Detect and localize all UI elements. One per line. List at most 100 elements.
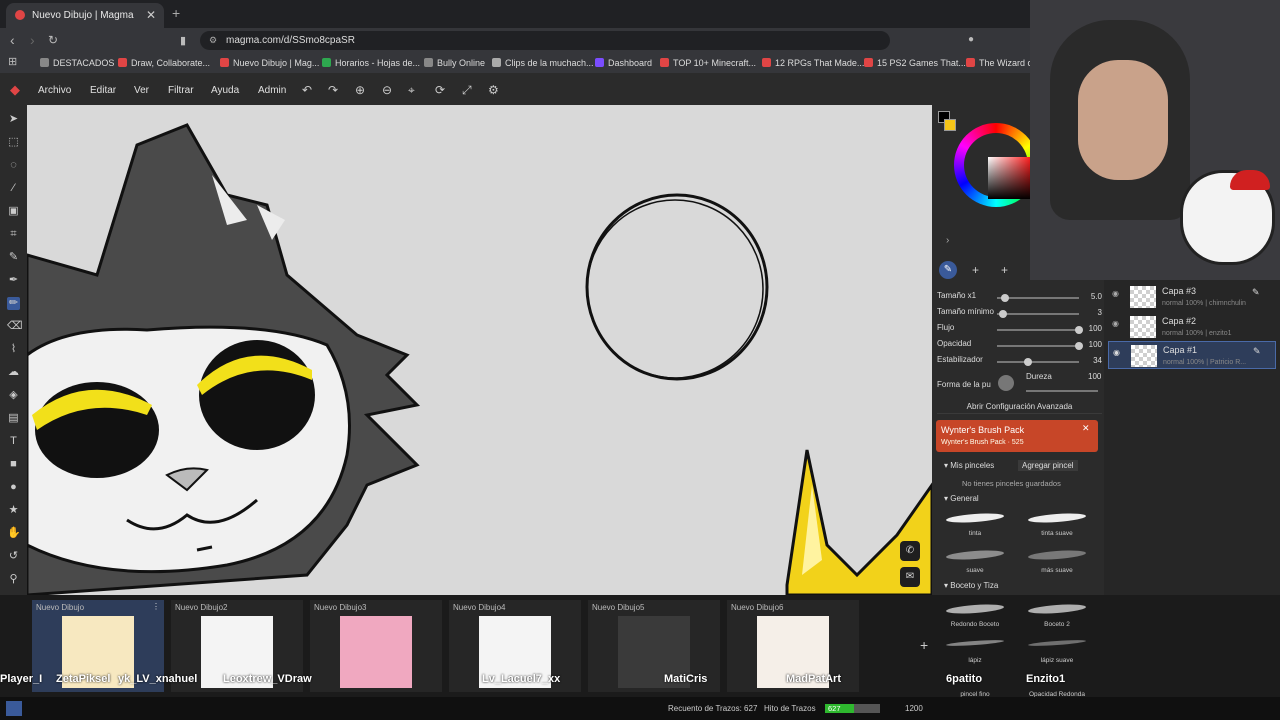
- slider-knob[interactable]: [1000, 294, 1009, 302]
- color-wheel[interactable]: [954, 123, 1038, 207]
- bookmark-icon[interactable]: ▮: [180, 34, 186, 47]
- visibility-eye-icon[interactable]: ◉: [1113, 348, 1120, 357]
- ellipse-icon[interactable]: ●: [7, 481, 20, 494]
- lasso-icon[interactable]: ◌: [7, 159, 20, 172]
- new-tab-icon[interactable]: +: [172, 5, 180, 21]
- slider-knob[interactable]: [1023, 358, 1032, 366]
- layer-item-selected[interactable]: ◉ Capa #1 normal 100% | Patricio R... ✎: [1108, 341, 1276, 369]
- rotate-icon[interactable]: ⟳: [435, 83, 445, 97]
- advanced-settings-button[interactable]: Abrir Configuración Avanzada: [937, 398, 1102, 414]
- brush-lapiz-suave[interactable]: lápiz suave: [1018, 635, 1096, 667]
- brush-lapiz[interactable]: lápiz: [936, 635, 1014, 667]
- rectangle-icon[interactable]: ■: [7, 458, 20, 471]
- bookmark-item[interactable]: TOP 10+ Minecraft...: [660, 58, 756, 68]
- edit-layer-icon[interactable]: ✎: [1253, 346, 1261, 357]
- bookmark-item[interactable]: DESTACADOS: [40, 58, 114, 68]
- sketch-section-header[interactable]: ▾ Boceto y Tiza: [944, 581, 998, 590]
- min-size-slider[interactable]: Tamaño mínimo 3: [937, 307, 1102, 321]
- opacity-slider[interactable]: Opacidad 100: [937, 339, 1102, 353]
- bookmark-item[interactable]: Dashboard: [595, 58, 652, 68]
- slider-knob[interactable]: [1075, 342, 1083, 350]
- visibility-eye-icon[interactable]: ◉: [1112, 319, 1119, 328]
- forward-icon[interactable]: ›: [30, 32, 35, 48]
- eraser-icon[interactable]: ⌫: [7, 320, 23, 333]
- fullscreen-icon[interactable]: ⤢: [462, 83, 472, 98]
- bookmark-item[interactable]: 15 PS2 Games That...: [864, 58, 966, 68]
- browser-tab[interactable]: Nuevo Dibujo | Magma ✕: [6, 3, 164, 28]
- add-document-icon[interactable]: +: [920, 637, 928, 653]
- add-slot-icon[interactable]: +: [972, 263, 979, 277]
- zoom-out-icon[interactable]: ⊖: [382, 83, 392, 97]
- layer-item[interactable]: ◉ Capa #2 normal 100% | enzito1: [1108, 313, 1276, 341]
- document-thumb[interactable]: Nuevo Dibujo3: [310, 600, 442, 692]
- pen-icon[interactable]: ✒: [7, 274, 20, 287]
- settings-icon[interactable]: ⚙: [488, 83, 499, 97]
- brush-icon[interactable]: ✏: [7, 297, 20, 310]
- more-options-icon[interactable]: ⋮: [152, 602, 160, 611]
- size-slider[interactable]: Tamaño x1 5.0: [937, 291, 1102, 305]
- brush-slot-icon[interactable]: ✎: [939, 261, 957, 279]
- edit-layer-icon[interactable]: ✎: [1252, 287, 1260, 298]
- crop-icon[interactable]: ⌗: [7, 228, 20, 241]
- bookmark-item[interactable]: Bully Online: [424, 58, 485, 68]
- secondary-color-swatch[interactable]: [944, 119, 956, 131]
- menu-ver[interactable]: Ver: [134, 85, 149, 96]
- stabilizer-slider[interactable]: Estabilizador 34: [937, 355, 1102, 369]
- back-icon[interactable]: ‹: [10, 32, 15, 48]
- select-rect-icon[interactable]: ⬚: [7, 136, 20, 149]
- zoom-in-icon[interactable]: ⊕: [355, 83, 365, 97]
- bookmark-item[interactable]: Draw, Collaborate...: [118, 58, 210, 68]
- slider-knob[interactable]: [1075, 326, 1083, 334]
- text-icon[interactable]: T: [7, 435, 20, 448]
- brush-tinta[interactable]: tinta: [936, 508, 1014, 540]
- brush-pack-banner[interactable]: Wynter's Brush Pack Wynter's Brush Pack …: [936, 420, 1098, 452]
- brush-boceto-2[interactable]: Boceto 2: [1018, 599, 1096, 631]
- bookmark-item[interactable]: Clips de la muchach...: [492, 58, 594, 68]
- bookmark-item[interactable]: The Wizard of: [966, 58, 1035, 68]
- hardness-slider[interactable]: [1026, 390, 1098, 392]
- my-brushes-header[interactable]: ▾ Mis pinceles: [944, 461, 994, 470]
- star-icon[interactable]: ★: [7, 504, 20, 517]
- rotate-view-icon[interactable]: ↺: [7, 550, 20, 563]
- brush-shape-preview[interactable]: [998, 375, 1014, 391]
- eyedropper-icon[interactable]: ⌇: [7, 343, 20, 356]
- menu-editar[interactable]: Editar: [90, 85, 116, 96]
- transform-icon[interactable]: ▣: [7, 205, 20, 218]
- bookmark-item[interactable]: Nuevo Dibujo | Mag...: [220, 58, 319, 68]
- url-field[interactable]: ⚙ magma.com/d/SSmo8cpaSR: [200, 31, 890, 50]
- paint-bucket-icon[interactable]: ◈: [7, 389, 20, 402]
- close-banner-icon[interactable]: ✕: [1082, 423, 1090, 434]
- add-slot-icon[interactable]: +: [1001, 263, 1008, 277]
- menu-archivo[interactable]: Archivo: [38, 85, 71, 96]
- move-tool-icon[interactable]: ➤: [7, 113, 20, 126]
- drawing-canvas[interactable]: ✆ ✉: [27, 105, 932, 595]
- brush-redondo-boceto[interactable]: Redondo Boceto: [936, 599, 1014, 631]
- brush-suave[interactable]: suave: [936, 545, 1014, 577]
- gradient-icon[interactable]: ▤: [7, 412, 20, 425]
- apps-grid-icon[interactable]: ⊞: [8, 55, 17, 68]
- brush-mas-suave[interactable]: más suave: [1018, 545, 1096, 577]
- redo-icon[interactable]: ↷: [328, 83, 338, 97]
- brush-tinta-suave[interactable]: tinta suave: [1018, 508, 1096, 540]
- flow-slider[interactable]: Flujo 100: [937, 323, 1102, 337]
- hand-icon[interactable]: ✋: [7, 527, 21, 540]
- chat-icon[interactable]: ✉: [900, 567, 920, 587]
- start-icon[interactable]: [6, 701, 22, 716]
- smudge-icon[interactable]: ☁: [7, 366, 20, 379]
- expand-arrow-icon[interactable]: ›: [946, 235, 949, 246]
- general-section-header[interactable]: ▾ General: [944, 494, 979, 503]
- close-tab-icon[interactable]: ✕: [146, 8, 156, 22]
- undo-icon[interactable]: ↶: [302, 83, 312, 97]
- menu-filtrar[interactable]: Filtrar: [168, 85, 194, 96]
- bookmark-item[interactable]: 12 RPGs That Made...: [762, 58, 864, 68]
- phone-icon[interactable]: ✆: [900, 541, 920, 561]
- reset-view-icon[interactable]: ⌖: [408, 83, 415, 98]
- site-info-icon[interactable]: ⚙: [209, 35, 217, 46]
- bookmark-item[interactable]: Horarios - Hojas de...: [322, 58, 420, 68]
- extensions-icon[interactable]: ●: [968, 34, 974, 45]
- visibility-eye-icon[interactable]: ◉: [1112, 289, 1119, 298]
- slider-knob[interactable]: [999, 310, 1008, 318]
- pencil-icon[interactable]: ✎: [7, 251, 20, 264]
- magic-wand-icon[interactable]: ⁄: [7, 182, 20, 195]
- layer-item[interactable]: ◉ Capa #3 normal 100% | chimnchulin ✎: [1108, 283, 1276, 311]
